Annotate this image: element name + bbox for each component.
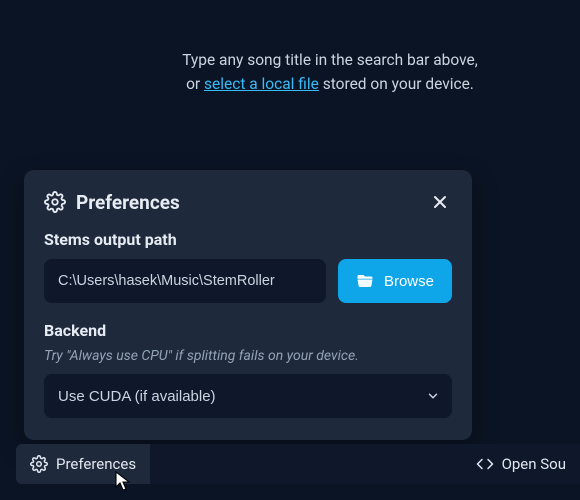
gear-icon bbox=[44, 191, 66, 213]
backend-hint: Try "Always use CPU" if splitting fails … bbox=[44, 348, 452, 364]
stems-output-path-label: Stems output path bbox=[44, 230, 452, 249]
panel-header: Preferences bbox=[44, 190, 452, 214]
folder-open-icon bbox=[356, 272, 374, 290]
select-local-file-link[interactable]: select a local file bbox=[204, 75, 319, 93]
close-button[interactable] bbox=[428, 190, 452, 214]
bottom-bar: Preferences Open Sou bbox=[16, 444, 580, 484]
main-empty-state: Type any song title in the search bar ab… bbox=[0, 0, 580, 96]
hint-line1: Type any song title in the search bar ab… bbox=[182, 51, 478, 69]
stems-output-row: Browse bbox=[44, 259, 452, 303]
stems-output-path-input[interactable] bbox=[44, 259, 326, 303]
hint-line2b: stored on your device. bbox=[319, 75, 474, 93]
browse-button[interactable]: Browse bbox=[338, 259, 452, 303]
panel-title: Preferences bbox=[76, 191, 418, 214]
open-source-tab[interactable]: Open Sou bbox=[462, 444, 580, 484]
backend-select[interactable]: Use CUDA (if available) bbox=[44, 374, 452, 418]
preferences-tab-label: Preferences bbox=[56, 455, 136, 473]
gear-icon bbox=[30, 455, 48, 473]
preferences-panel: Preferences Stems output path Browse Bac… bbox=[24, 170, 472, 440]
search-hint: Type any song title in the search bar ab… bbox=[0, 48, 580, 96]
preferences-tab[interactable]: Preferences bbox=[16, 444, 150, 484]
bottombar-spacer bbox=[150, 444, 461, 484]
browse-button-label: Browse bbox=[384, 273, 434, 290]
hint-line2a: or bbox=[186, 75, 204, 93]
backend-label: Backend bbox=[44, 321, 452, 340]
code-icon bbox=[476, 455, 494, 473]
open-source-tab-label: Open Sou bbox=[502, 455, 566, 473]
backend-select-wrap: Use CUDA (if available) bbox=[44, 374, 452, 418]
